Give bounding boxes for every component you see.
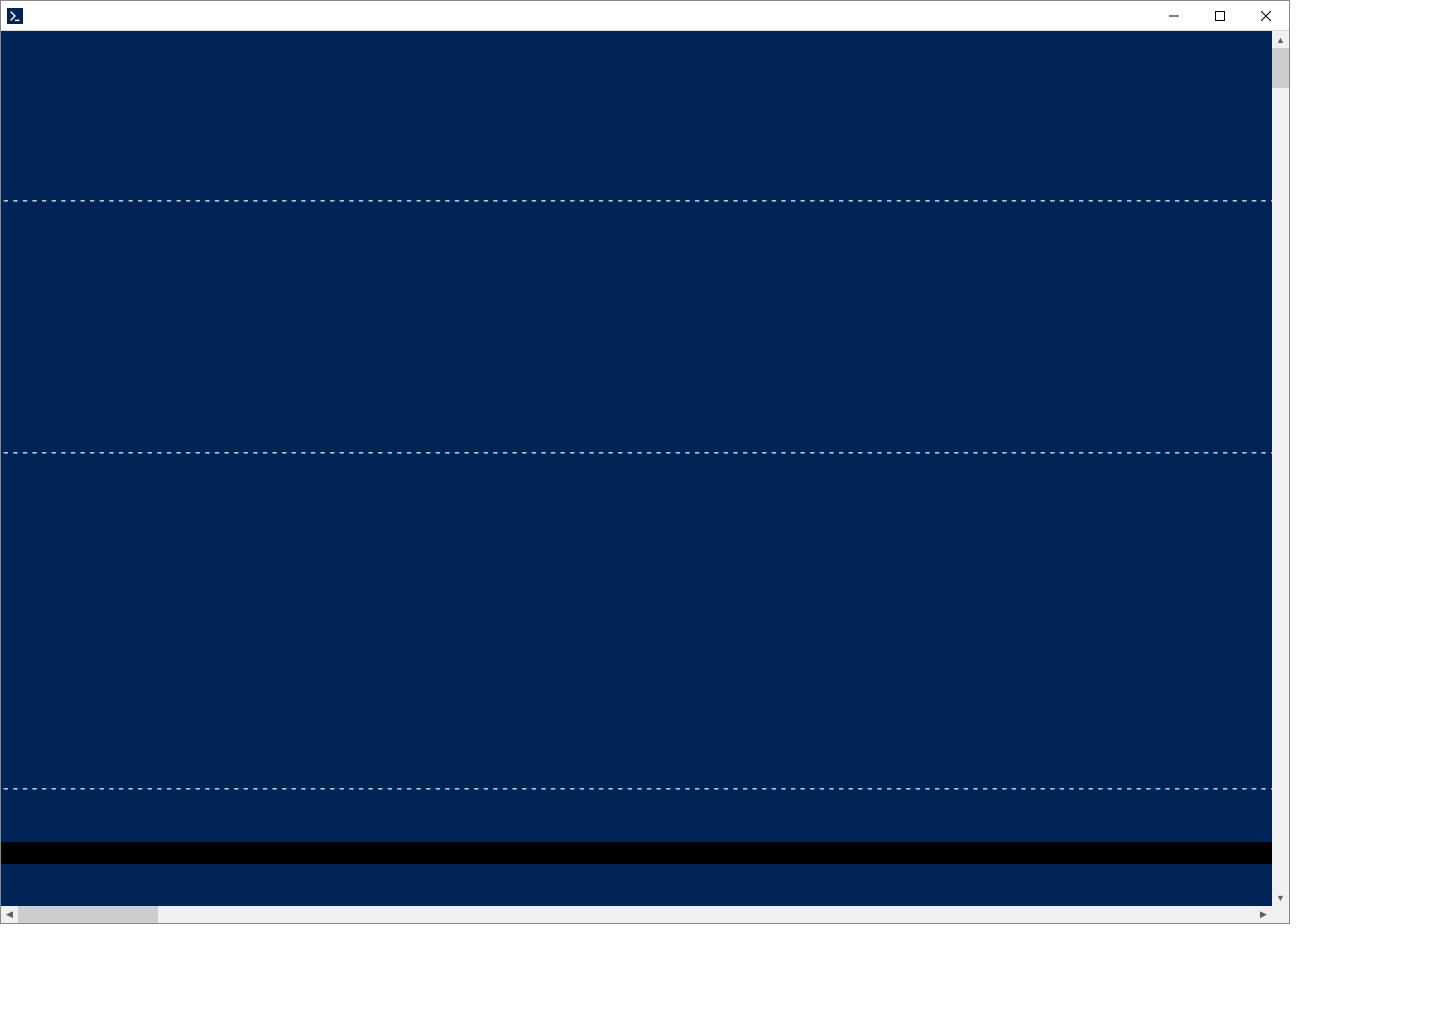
powershell-icon bbox=[7, 8, 23, 24]
minimize-button[interactable] bbox=[1151, 1, 1197, 31]
star-row bbox=[1, 380, 1272, 401]
close-button[interactable] bbox=[1243, 1, 1289, 31]
blank-line bbox=[1, 716, 1272, 737]
terminal[interactable]: ----------------------------------------… bbox=[1, 31, 1272, 906]
vertical-scrollbar[interactable]: ▲ ▼ bbox=[1272, 31, 1289, 906]
vscroll-track[interactable] bbox=[1272, 48, 1289, 889]
maximize-icon bbox=[1215, 11, 1225, 21]
titlebar bbox=[1, 1, 1289, 31]
scrollbar-corner bbox=[1272, 906, 1289, 923]
scroll-right-arrow-icon[interactable]: ▶ bbox=[1255, 906, 1272, 923]
hscroll-track[interactable] bbox=[18, 906, 1255, 923]
status-bar bbox=[1, 842, 1272, 864]
star-row bbox=[1, 317, 1272, 338]
divider: ----------------------------------------… bbox=[1, 191, 1272, 212]
maximize-button[interactable] bbox=[1197, 1, 1243, 31]
scroll-left-arrow-icon[interactable]: ◀ bbox=[1, 906, 18, 923]
scroll-up-arrow-icon[interactable]: ▲ bbox=[1272, 31, 1289, 48]
divider: ----------------------------------------… bbox=[1, 443, 1272, 464]
help-title-row bbox=[1, 254, 1272, 275]
help-panel: ----------------------------------------… bbox=[1, 149, 1272, 842]
window-controls bbox=[1151, 1, 1289, 30]
close-icon bbox=[1261, 11, 1271, 21]
minimize-icon bbox=[1169, 11, 1179, 21]
divider: ----------------------------------------… bbox=[1, 779, 1272, 800]
hscroll-thumb[interactable] bbox=[18, 906, 158, 923]
scroll-down-arrow-icon[interactable]: ▼ bbox=[1272, 889, 1289, 906]
vscroll-thumb[interactable] bbox=[1272, 48, 1289, 88]
horizontal-scrollbar[interactable]: ◀ ▶ bbox=[1, 906, 1289, 923]
